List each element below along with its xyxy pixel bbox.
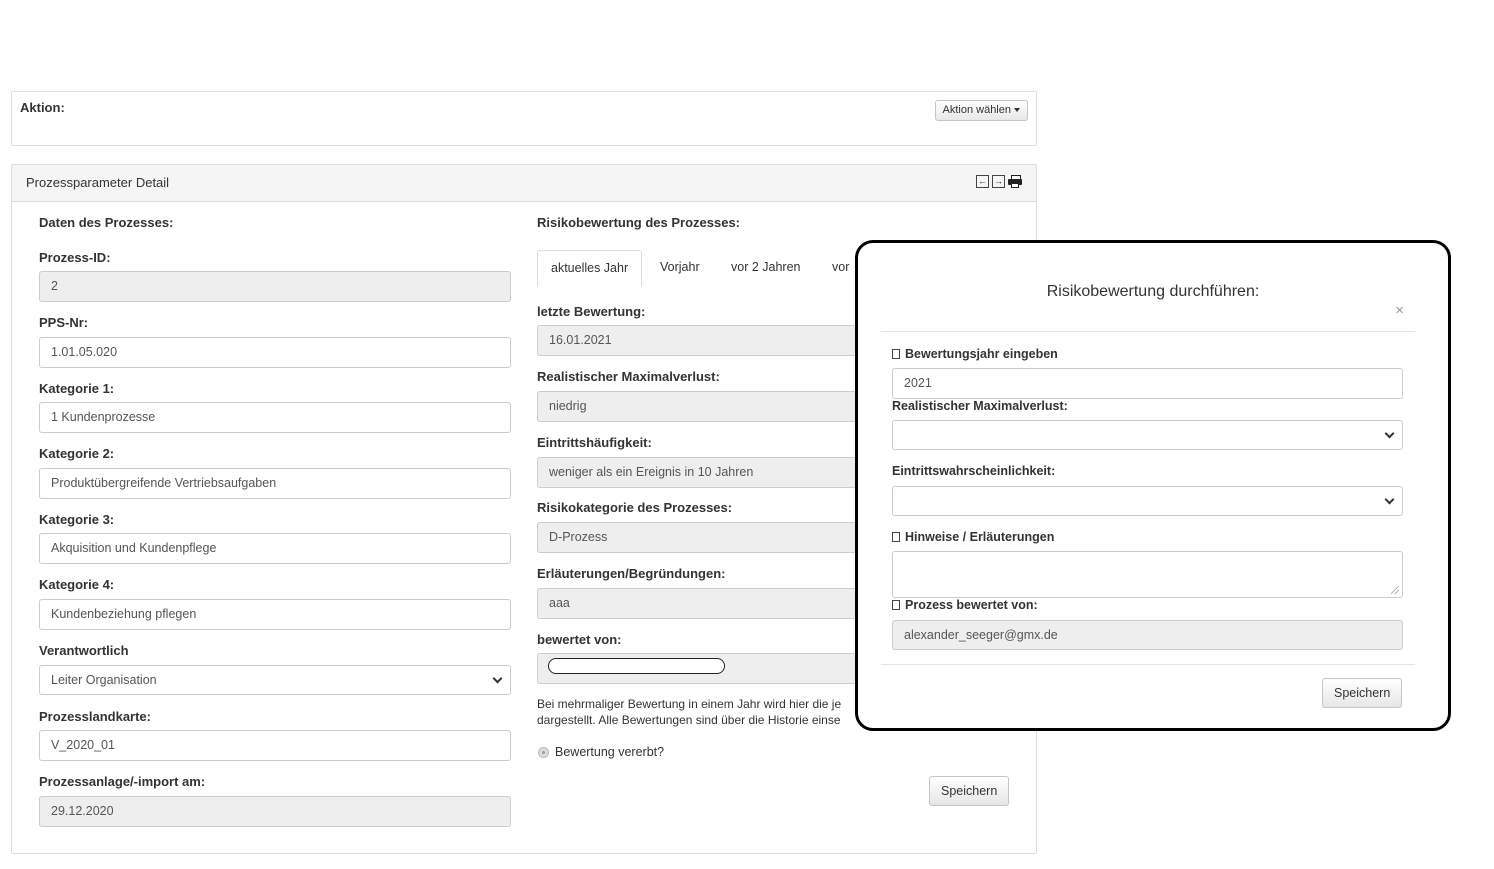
process-id-label: Prozess-ID: <box>39 250 111 265</box>
process-id-field: 2 <box>39 271 511 302</box>
modal-rated-by-field: alexander_seeger@gmx.de <box>892 620 1403 650</box>
inherit-radio[interactable] <box>538 747 549 758</box>
chevron-down-icon <box>492 673 503 684</box>
resize-handle[interactable] <box>1391 586 1399 594</box>
risk-category-field: D-Prozess <box>537 522 877 553</box>
tab-two-years-ago[interactable]: vor 2 Jahren <box>718 250 813 287</box>
modal-save-button[interactable]: Speichern <box>1322 678 1403 708</box>
process-map-label: Prozesslandkarte: <box>39 709 151 724</box>
print-icon[interactable] <box>1008 175 1022 188</box>
save-button[interactable]: Speichern <box>929 776 1010 806</box>
category1-label: Kategorie 1: <box>39 381 115 396</box>
frequency-field: weniger als ein Ereignis in 10 Jahren <box>537 457 877 488</box>
choose-action-label: Aktion wählen <box>942 104 1012 116</box>
last-rating-field: 16.01.2021 <box>537 325 877 356</box>
pps-nr-label: PPS-Nr: <box>39 315 89 330</box>
risk-assessment-modal: Risikobewertung durchführen: × Bewertung… <box>855 240 1451 731</box>
inherit-label: Bewertung vererbt? <box>555 745 665 759</box>
responsible-value: Leiter Organisation <box>51 673 157 687</box>
probability-label: Eintrittswahrscheinlichkeit: <box>892 464 1056 478</box>
hint-line-2: dargestellt. Alle Bewertungen sind über … <box>537 713 841 727</box>
modal-footer-divider <box>881 664 1415 665</box>
category3-label: Kategorie 3: <box>39 512 115 527</box>
rating-hint-text: Bei mehrmaliger Bewertung in einem Jahr … <box>537 696 867 728</box>
panel-title: Prozessparameter Detail <box>26 175 170 190</box>
calendar-icon <box>892 349 900 359</box>
redacted-name <box>548 658 725 674</box>
year-label-text: Bewertungsjahr eingeben <box>905 347 1058 361</box>
action-panel: Aktion: Aktion wählen <box>11 91 1037 146</box>
comment-icon <box>892 532 900 542</box>
notes-textarea[interactable] <box>892 551 1403 598</box>
year-input[interactable]: 2021 <box>892 368 1403 399</box>
rated-by-label: bewertet von: <box>537 632 622 647</box>
probability-select[interactable] <box>892 486 1403 516</box>
responsible-label: Verantwortlich <box>39 643 129 658</box>
process-data-title: Daten des Prozesses: <box>39 215 174 230</box>
frequency-label: Eintrittshäufigkeit: <box>537 435 652 450</box>
chevron-down-icon <box>1384 428 1395 439</box>
close-icon[interactable]: × <box>1395 302 1404 319</box>
modal-rated-by-label: Prozess bewertet von: <box>892 598 1038 612</box>
notes-label-text: Hinweise / Erläuterungen <box>905 530 1055 544</box>
created-at-label: Prozessanlage/-import am: <box>39 774 206 789</box>
expand-right-icon[interactable]: → <box>992 175 1005 188</box>
category4-field[interactable]: Kundenbeziehung pflegen <box>39 599 511 630</box>
hint-line-1: Bei mehrmaliger Bewertung in einem Jahr … <box>537 697 842 711</box>
modal-header-divider <box>881 331 1415 332</box>
responsible-select[interactable]: Leiter Organisation <box>39 665 511 695</box>
explanations-label: Erläuterungen/Begründungen: <box>537 566 726 581</box>
category2-field[interactable]: Produktübergreifende Vertriebsaufgaben <box>39 468 511 499</box>
process-map-field[interactable]: V_2020_01 <box>39 730 511 761</box>
modal-rated-by-text: Prozess bewertet von: <box>905 598 1038 612</box>
panel-header: Prozessparameter Detail ← → <box>12 165 1036 202</box>
chevron-down-icon <box>1384 494 1395 505</box>
max-loss-field: niedrig <box>537 391 877 422</box>
last-rating-label: letzte Bewertung: <box>537 304 646 319</box>
risk-assessment-title: Risikobewertung des Prozesses: <box>537 215 741 230</box>
modal-title: Risikobewertung durchführen: <box>1046 283 1260 300</box>
risk-category-label: Risikokategorie des Prozesses: <box>537 500 733 515</box>
modal-max-loss-label: Realistischer Maximalverlust: <box>892 399 1068 413</box>
max-loss-label: Realistischer Maximalverlust: <box>537 369 720 384</box>
created-at-field: 29.12.2020 <box>39 796 511 827</box>
year-label: Bewertungsjahr eingeben <box>892 347 1058 361</box>
caret-down-icon <box>1014 108 1020 113</box>
notes-label: Hinweise / Erläuterungen <box>892 530 1054 544</box>
category3-field[interactable]: Akquisition und Kundenpflege <box>39 533 511 564</box>
max-loss-select[interactable] <box>892 420 1403 450</box>
category4-label: Kategorie 4: <box>39 577 115 592</box>
action-label: Aktion: <box>20 100 65 115</box>
tab-current-year[interactable]: aktuelles Jahr <box>537 250 643 287</box>
tab-previous-year[interactable]: Vorjahr <box>647 250 713 287</box>
category2-label: Kategorie 2: <box>39 446 115 461</box>
pps-nr-field[interactable]: 1.01.05.020 <box>39 337 511 368</box>
category1-field[interactable]: 1 Kundenprozesse <box>39 402 511 433</box>
explanations-field: aaa <box>537 588 877 619</box>
choose-action-button[interactable]: Aktion wählen <box>934 100 1028 121</box>
collapse-left-icon[interactable]: ← <box>976 175 989 188</box>
user-icon <box>892 600 900 610</box>
